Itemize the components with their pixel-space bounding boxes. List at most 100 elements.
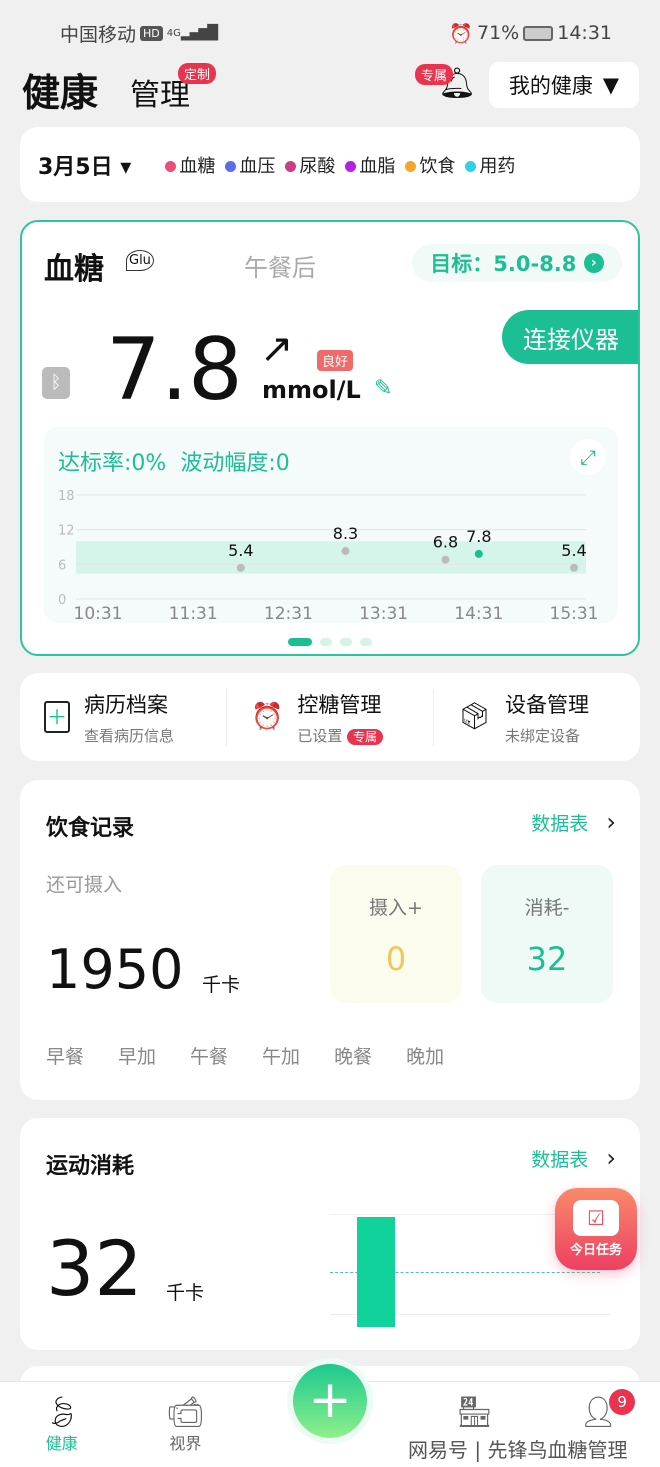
- exercise-value: 32: [46, 1224, 143, 1313]
- chevron-right-icon: ›: [583, 253, 604, 273]
- data-label: 8.3: [333, 524, 358, 543]
- intake-button[interactable]: 摄入+ 0: [330, 865, 462, 1003]
- page-indicator[interactable]: [22, 638, 638, 646]
- battery-icon: [523, 25, 554, 41]
- x-tick-label: 14:31: [454, 604, 503, 623]
- quick-medical-record[interactable]: ＋病历档案 查看病历信息: [20, 689, 226, 746]
- legend-item[interactable]: 血糖: [165, 152, 215, 178]
- exercise-title: 运动消耗: [46, 1154, 135, 1179]
- date-picker[interactable]: 3月5日 ▾: [38, 149, 131, 181]
- exercise-card: 运动消耗 数据表 › 32 千卡: [20, 1118, 640, 1350]
- data-point: [474, 549, 483, 558]
- quick-actions: ＋病历档案 查看病历信息 ⏰ 控糖管理 已设置 专属 📦︎ 设备管理 未绑定设备: [20, 673, 640, 761]
- bluetooth-icon: ᛒ: [42, 367, 70, 399]
- meal-tab[interactable]: 午加: [262, 1042, 300, 1069]
- meal-tab[interactable]: 晚加: [406, 1042, 444, 1069]
- diet-card: 饮食记录 数据表 › 还可摄入 1950 千卡 摄入+ 0 消耗- 32 早餐 早加 午…: [20, 780, 640, 1100]
- legend: 血糖 血压 尿酸 血脂 饮食 用药: [165, 152, 515, 178]
- connect-device-button[interactable]: 连接仪器: [502, 310, 638, 364]
- signal-icon: 4G: [166, 27, 181, 39]
- legend-item[interactable]: 尿酸: [285, 152, 335, 178]
- remain-unit: 千卡: [202, 974, 241, 996]
- legend-item[interactable]: 血压: [225, 152, 275, 178]
- y-tick-label: 18: [58, 489, 75, 504]
- diet-title: 饮食记录: [46, 816, 135, 841]
- checklist-icon: ☑︎: [573, 1200, 619, 1236]
- meal-tab[interactable]: 早加: [118, 1042, 156, 1069]
- glu-icon: Glu: [126, 250, 154, 271]
- alarm-clock-icon: ⏰: [251, 702, 284, 732]
- clock: 14:31: [557, 22, 612, 44]
- device-box-icon: 📦︎: [458, 702, 492, 732]
- legend-item[interactable]: 用药: [465, 152, 515, 178]
- status-bar: 中国移动 HD 4G ▂▄▆█ ⏰ 71% 14:31: [60, 20, 612, 46]
- glucose-chart: 0 6 12 18 10:31 11:31 12:31 13:31 14:31 15:31 5.4 8…: [58, 489, 599, 623]
- burn-button[interactable]: 消耗- 32: [481, 865, 613, 1003]
- selector-label: 我的健康: [508, 74, 593, 98]
- remain-label: 还可摄入: [46, 874, 123, 896]
- data-label: 6.8: [433, 533, 458, 552]
- nav-health[interactable]: 🍃︎ 健康: [43, 1395, 81, 1454]
- y-tick-label: 12: [58, 524, 75, 539]
- x-tick-label: 11:31: [169, 604, 218, 623]
- caret-down-icon: ▼: [602, 73, 620, 97]
- page-dot[interactable]: [360, 638, 372, 646]
- data-point: [341, 547, 350, 556]
- x-tick-label: 15:31: [550, 604, 599, 623]
- chevron-right-icon: ›: [606, 808, 616, 836]
- filter-bar: 3月5日 ▾ 血糖 血压 尿酸 血脂 饮食 用药: [20, 127, 640, 202]
- nav-vision[interactable]: 📹︎ 视界: [166, 1395, 204, 1454]
- status-badge: 良好: [317, 350, 354, 371]
- page-dot[interactable]: [288, 638, 312, 646]
- target-range-button[interactable]: 目标：5.0-8.8 ›: [412, 244, 622, 282]
- data-point: [441, 555, 450, 564]
- y-tick-label: 6: [58, 558, 66, 573]
- data-point: [236, 563, 245, 572]
- data-label: 5.4: [228, 541, 253, 560]
- tab-health[interactable]: 健康: [22, 62, 98, 117]
- remain-value: 1950: [46, 938, 184, 1001]
- page-dot[interactable]: [320, 638, 332, 646]
- exclusive-badge: 专属: [415, 64, 454, 85]
- meal-period[interactable]: 午餐后: [244, 248, 316, 283]
- meal-tabs: 早餐 早加 午餐 午加 晚餐 晚加: [46, 1042, 444, 1069]
- y-tick-label: 0: [58, 593, 66, 608]
- data-label: 7.8: [466, 527, 491, 546]
- data-point: [570, 563, 578, 572]
- x-tick-label: 13:31: [359, 604, 408, 623]
- watermark: 网易号 | 先锋鸟血糖管理: [408, 1438, 628, 1462]
- meal-tab[interactable]: 早餐: [46, 1042, 84, 1069]
- legend-item[interactable]: 饮食: [405, 152, 455, 178]
- add-record-button[interactable]: +: [293, 1364, 367, 1438]
- trend-arrow-icon: ↗: [260, 326, 294, 372]
- hd-icon: HD: [140, 25, 163, 41]
- video-icon: 📹︎: [166, 1395, 205, 1430]
- carrier: 中国移动: [60, 23, 137, 46]
- profile-selector[interactable]: 我的健康 ▼: [489, 62, 639, 108]
- store-icon: 🏪︎: [455, 1395, 494, 1430]
- quick-alarm-clock[interactable]: ⏰ 控糖管理 已设置 专属: [226, 688, 433, 746]
- meal-tab[interactable]: 午餐: [190, 1042, 228, 1069]
- exercise-bar: [357, 1217, 395, 1327]
- custom-badge: 定制: [178, 63, 217, 84]
- chevron-right-icon: ›: [606, 1144, 616, 1172]
- legend-item[interactable]: 血脂: [345, 152, 395, 178]
- diet-table-link[interactable]: 数据表 ›: [531, 808, 616, 836]
- data-label: 5.4: [561, 541, 586, 560]
- glucose-unit: mmol/L: [262, 376, 361, 404]
- page-dot[interactable]: [340, 638, 352, 646]
- edit-icon[interactable]: ✎: [374, 376, 392, 401]
- x-tick-label: 10:31: [74, 604, 123, 623]
- alarm-icon: ⏰: [449, 22, 473, 45]
- exercise-table-link[interactable]: 数据表 ›: [531, 1144, 616, 1172]
- glucose-value: 7.8: [106, 320, 243, 420]
- meal-tab[interactable]: 晚餐: [334, 1042, 372, 1069]
- leaf-icon: 🍃︎: [42, 1395, 81, 1430]
- notification-badge: 9: [609, 1389, 636, 1415]
- target-band: [76, 541, 586, 574]
- glucose-chart-panel: 达标率:0% 波动幅度:0 ⤢ 0 6 12 18 10:31 11:31 12:31 13:…: [44, 427, 618, 623]
- daily-task-button[interactable]: ☑︎ 今日任务: [555, 1188, 637, 1270]
- exercise-unit: 千卡: [166, 1282, 205, 1304]
- glucose-card[interactable]: 血糖 Glu 午餐后 目标：5.0-8.8 › 连接仪器 ᛒ 7.8 ↗ 良好 …: [20, 220, 640, 656]
- quick-device-box[interactable]: 📦︎ 设备管理 未绑定设备: [433, 688, 640, 746]
